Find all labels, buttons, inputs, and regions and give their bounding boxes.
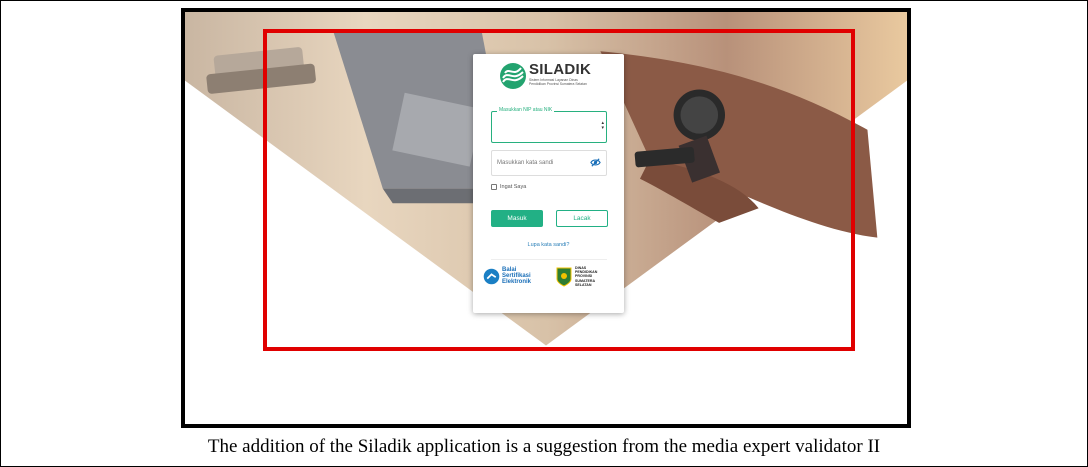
password-input[interactable]: Masukkan kata sandi	[491, 150, 607, 176]
dinas-line-5: SELATAN	[575, 282, 592, 287]
siladik-logo: SILADIK Sistem Informasi Layanan Dinas P…	[499, 62, 591, 90]
login-button[interactable]: Masuk	[491, 210, 543, 227]
forgot-password-link[interactable]: Lupa kata sandi?	[473, 242, 624, 248]
bsre-logo: Balai Sertifikasi Elektronik	[483, 267, 531, 286]
login-card: SILADIK Sistem Informasi Layanan Dinas P…	[473, 54, 624, 313]
remember-label: Ingat Saya	[500, 184, 527, 190]
app-name: SILADIK	[529, 61, 592, 78]
nip-input-label: Masukkan NIP atau NIK	[497, 107, 555, 113]
nip-input[interactable]: Masukkan NIP atau NIK ▴ ▾	[491, 107, 607, 143]
app-subtitle: Sistem Informasi Layanan Dinas Pendidika…	[529, 78, 587, 86]
divider	[491, 259, 607, 260]
siladik-logo-icon	[500, 63, 526, 89]
bsre-logo-icon	[483, 268, 500, 285]
spinner-icon[interactable]: ▴ ▾	[601, 121, 604, 131]
dinas-pendidikan-logo: DINAS PENDIDIKAN PROVINSI SUMATERA SELAT…	[556, 266, 603, 287]
bsre-line-3: Elektronik	[502, 279, 532, 286]
remember-checkbox[interactable]	[491, 184, 497, 190]
password-placeholder: Masukkan kata sandi	[497, 160, 554, 166]
province-crest-icon	[556, 267, 572, 287]
track-button[interactable]: Lacak	[556, 210, 608, 227]
remember-me[interactable]: Ingat Saya	[491, 184, 526, 190]
eye-slash-icon[interactable]	[590, 157, 601, 168]
figure-caption: The addition of the Siladik application …	[207, 436, 881, 457]
